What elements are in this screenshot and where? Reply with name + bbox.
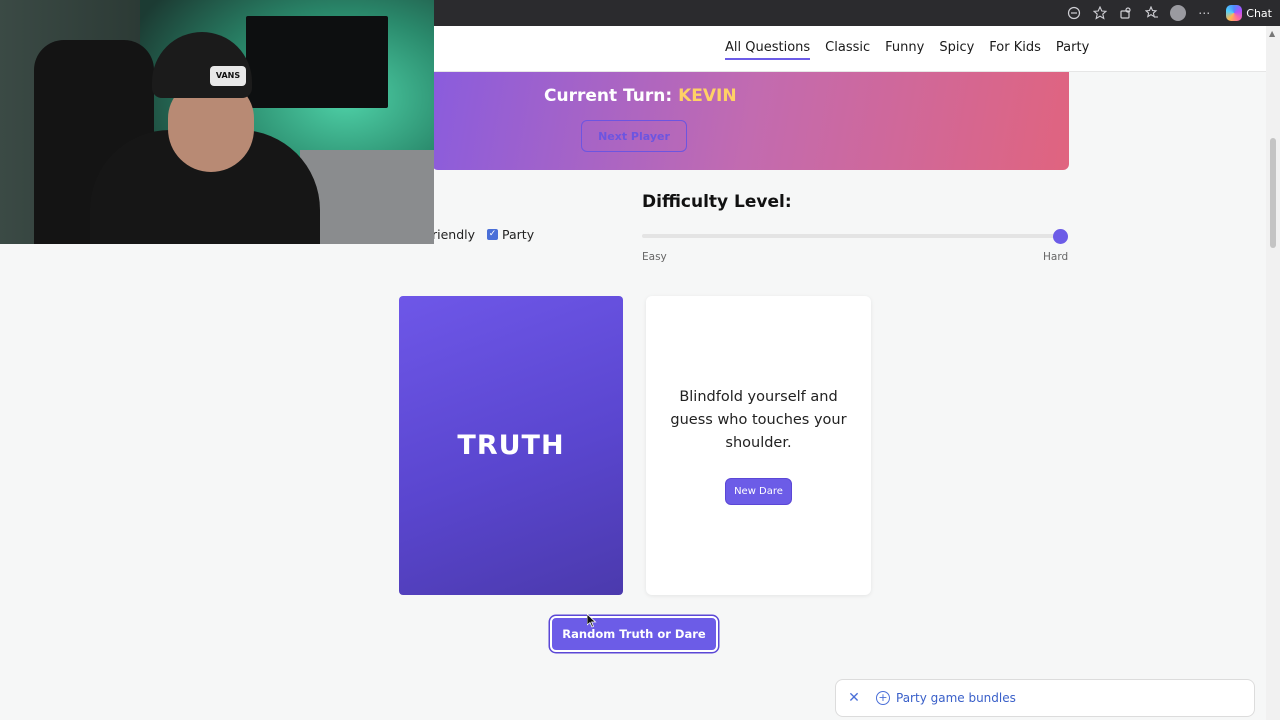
dare-card: Blindfold yourself and guess who touches…	[646, 296, 871, 595]
filter-party[interactable]: ✓ Party	[487, 227, 534, 242]
mouse-cursor-icon	[587, 614, 597, 628]
webcam-bed	[300, 150, 434, 244]
close-icon[interactable]: ✕	[846, 690, 862, 706]
checkbox-checked-icon[interactable]: ✓	[487, 229, 499, 240]
truth-card[interactable]: TRUTH	[399, 296, 623, 595]
difficulty-max-label: Hard	[1043, 251, 1069, 263]
copilot-chat-button[interactable]: Chat	[1226, 5, 1272, 21]
tab-party[interactable]: Party	[1056, 40, 1089, 60]
party-bundles-bar[interactable]: ✕ + Party game bundles	[835, 679, 1255, 717]
current-turn-heading: Current Turn: KEVIN	[544, 86, 737, 106]
tab-for-kids[interactable]: For Kids	[989, 40, 1041, 60]
favorites-icon[interactable]	[1144, 5, 1160, 21]
filter-friendly-label: riendly	[432, 227, 476, 242]
reader-mode-icon[interactable]	[1066, 5, 1082, 21]
tab-funny[interactable]: Funny	[885, 40, 924, 60]
favorite-star-icon[interactable]	[1092, 5, 1108, 21]
truth-card-label: TRUTH	[457, 430, 565, 461]
difficulty-slider-thumb[interactable]	[1053, 229, 1068, 244]
scroll-up-icon[interactable]: ▲	[1269, 30, 1277, 38]
difficulty-slider-track[interactable]	[642, 234, 1068, 238]
filter-party-label: Party	[502, 227, 535, 242]
extensions-icon[interactable]	[1118, 5, 1134, 21]
next-player-button[interactable]: Next Player	[581, 120, 687, 152]
beanie-logo: VANS	[210, 66, 246, 86]
tab-all-questions[interactable]: All Questions	[725, 40, 811, 60]
page-scrollbar[interactable]	[1266, 26, 1280, 720]
current-turn-prefix: Current Turn:	[544, 86, 673, 106]
category-filters: riendly ✓ Party	[432, 227, 534, 242]
dare-text: Blindfold yourself and guess who touches…	[670, 389, 847, 451]
new-dare-button[interactable]: New Dare	[725, 478, 792, 505]
difficulty-min-label: Easy	[642, 251, 667, 263]
random-truth-or-dare-button[interactable]: Random Truth or Dare	[550, 616, 718, 652]
webcam-monitor	[246, 16, 388, 108]
nav-tabs: All Questions Classic Funny Spicy For Ki…	[725, 40, 1089, 60]
more-icon[interactable]: ⋯	[1196, 5, 1212, 21]
webcam-overlay: VANS	[0, 0, 434, 244]
current-player-name: KEVIN	[678, 86, 737, 106]
copilot-icon	[1226, 5, 1243, 21]
filter-friendly[interactable]: riendly	[432, 227, 475, 242]
difficulty-title: Difficulty Level:	[642, 192, 792, 212]
add-circle-icon: +	[876, 691, 890, 705]
tab-classic[interactable]: Classic	[825, 40, 870, 60]
chat-label: Chat	[1246, 6, 1272, 20]
party-bundles-link[interactable]: Party game bundles	[896, 691, 1016, 705]
tab-spicy[interactable]: Spicy	[939, 40, 974, 60]
browser-toolbar-icons: ⋯ Chat	[1066, 0, 1280, 26]
scrollbar-thumb[interactable]	[1270, 138, 1276, 248]
profile-icon[interactable]	[1170, 5, 1187, 21]
current-turn-banner: Current Turn: KEVIN Next Player	[432, 72, 1069, 170]
